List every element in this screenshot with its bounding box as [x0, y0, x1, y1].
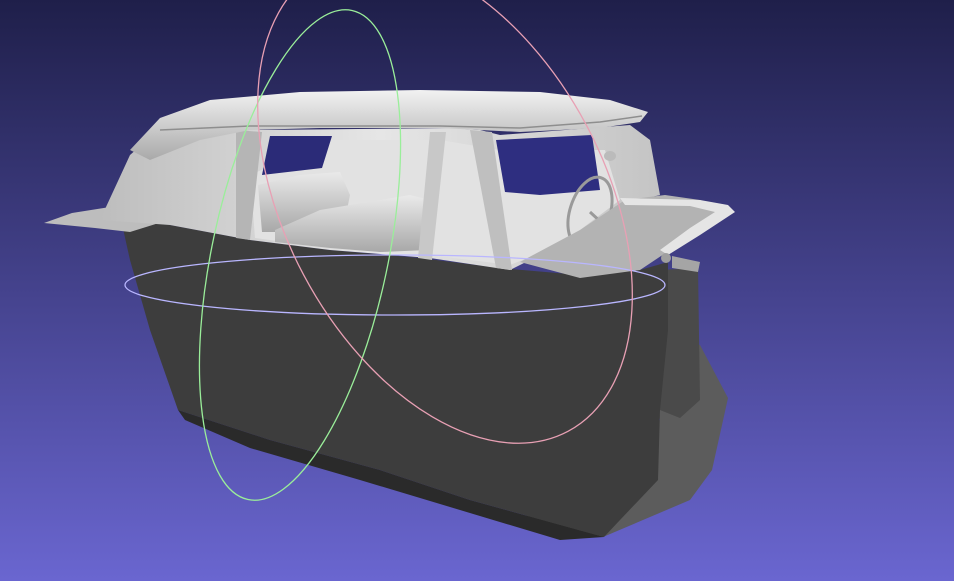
front-marker [661, 253, 671, 263]
3d-viewport[interactable] [0, 0, 954, 581]
scene-canvas[interactable] [0, 0, 954, 581]
side-mirror [604, 151, 616, 161]
front-window [496, 135, 600, 195]
